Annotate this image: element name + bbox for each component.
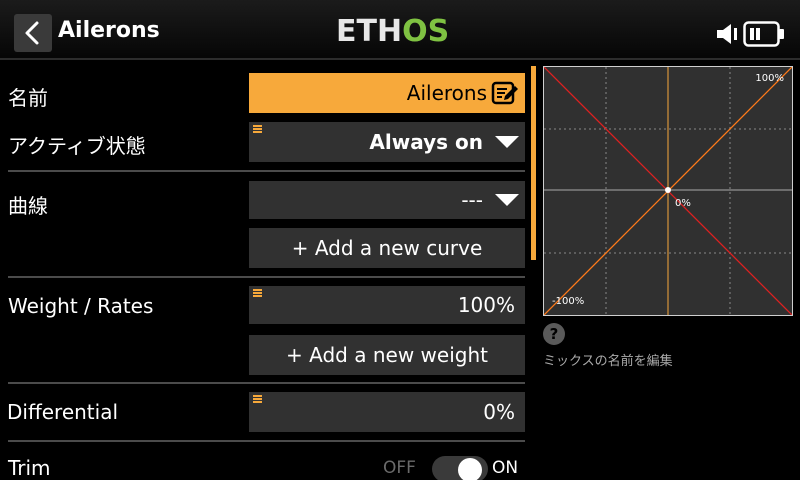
chevron-down-icon xyxy=(495,136,519,148)
header-divider xyxy=(0,58,800,60)
active-condition-value: Always on xyxy=(369,130,483,154)
battery-icon xyxy=(743,21,784,47)
graph-max-label: 100% xyxy=(755,73,784,84)
speaker-icon[interactable] xyxy=(716,22,738,46)
add-weight-label: + Add a new weight xyxy=(286,343,488,367)
differential-value: 0% xyxy=(483,400,515,424)
active-condition-label: アクティブ状態 xyxy=(8,134,146,158)
divider xyxy=(8,276,525,278)
trim-on-label: ON xyxy=(492,458,519,478)
differential-field[interactable]: 0% xyxy=(249,392,525,432)
chevron-left-icon xyxy=(25,21,39,45)
page-title: Ailerons xyxy=(58,18,160,43)
edit-icon xyxy=(491,81,518,105)
curve-label: 曲線 xyxy=(8,194,48,218)
graph-center-label: 0% xyxy=(675,198,691,209)
handle-icon xyxy=(253,125,262,133)
handle-icon xyxy=(253,289,262,297)
curve-graph-svg xyxy=(544,67,792,315)
weight-field[interactable]: 100% xyxy=(249,286,525,324)
weight-value: 100% xyxy=(457,293,515,317)
handle-icon xyxy=(253,395,262,403)
trim-label: Trim xyxy=(8,456,51,480)
trim-off-label: OFF xyxy=(383,458,416,478)
name-label: 名前 xyxy=(8,86,48,110)
logo-text-white: ETH xyxy=(336,14,403,49)
curve-dropdown[interactable]: --- xyxy=(249,181,525,219)
divider xyxy=(8,440,525,442)
ethos-logo: ETHOS xyxy=(336,14,450,49)
logo-text-green: OS xyxy=(402,14,450,49)
active-condition-dropdown[interactable]: Always on xyxy=(249,122,525,162)
add-weight-button[interactable]: + Add a new weight xyxy=(249,335,525,375)
back-button[interactable] xyxy=(14,14,52,52)
name-value: Ailerons xyxy=(406,81,487,105)
name-field[interactable]: Ailerons xyxy=(249,73,525,113)
divider xyxy=(8,382,525,384)
help-icon[interactable]: ? xyxy=(543,323,565,345)
chevron-down-icon xyxy=(495,194,519,206)
graph-min-label: -100% xyxy=(552,296,585,307)
divider xyxy=(8,170,525,172)
weight-label: Weight / Rates xyxy=(8,294,154,318)
trim-toggle-knob[interactable] xyxy=(458,458,482,480)
add-curve-label: + Add a new curve xyxy=(291,236,483,260)
help-text: ミックスの名前を編集 xyxy=(543,354,673,369)
curve-graph: 100% 0% -100% xyxy=(543,66,793,316)
scrollbar[interactable] xyxy=(531,66,536,260)
curve-value: --- xyxy=(461,188,483,212)
differential-label: Differential xyxy=(7,400,119,424)
add-curve-button[interactable]: + Add a new curve xyxy=(249,228,525,268)
